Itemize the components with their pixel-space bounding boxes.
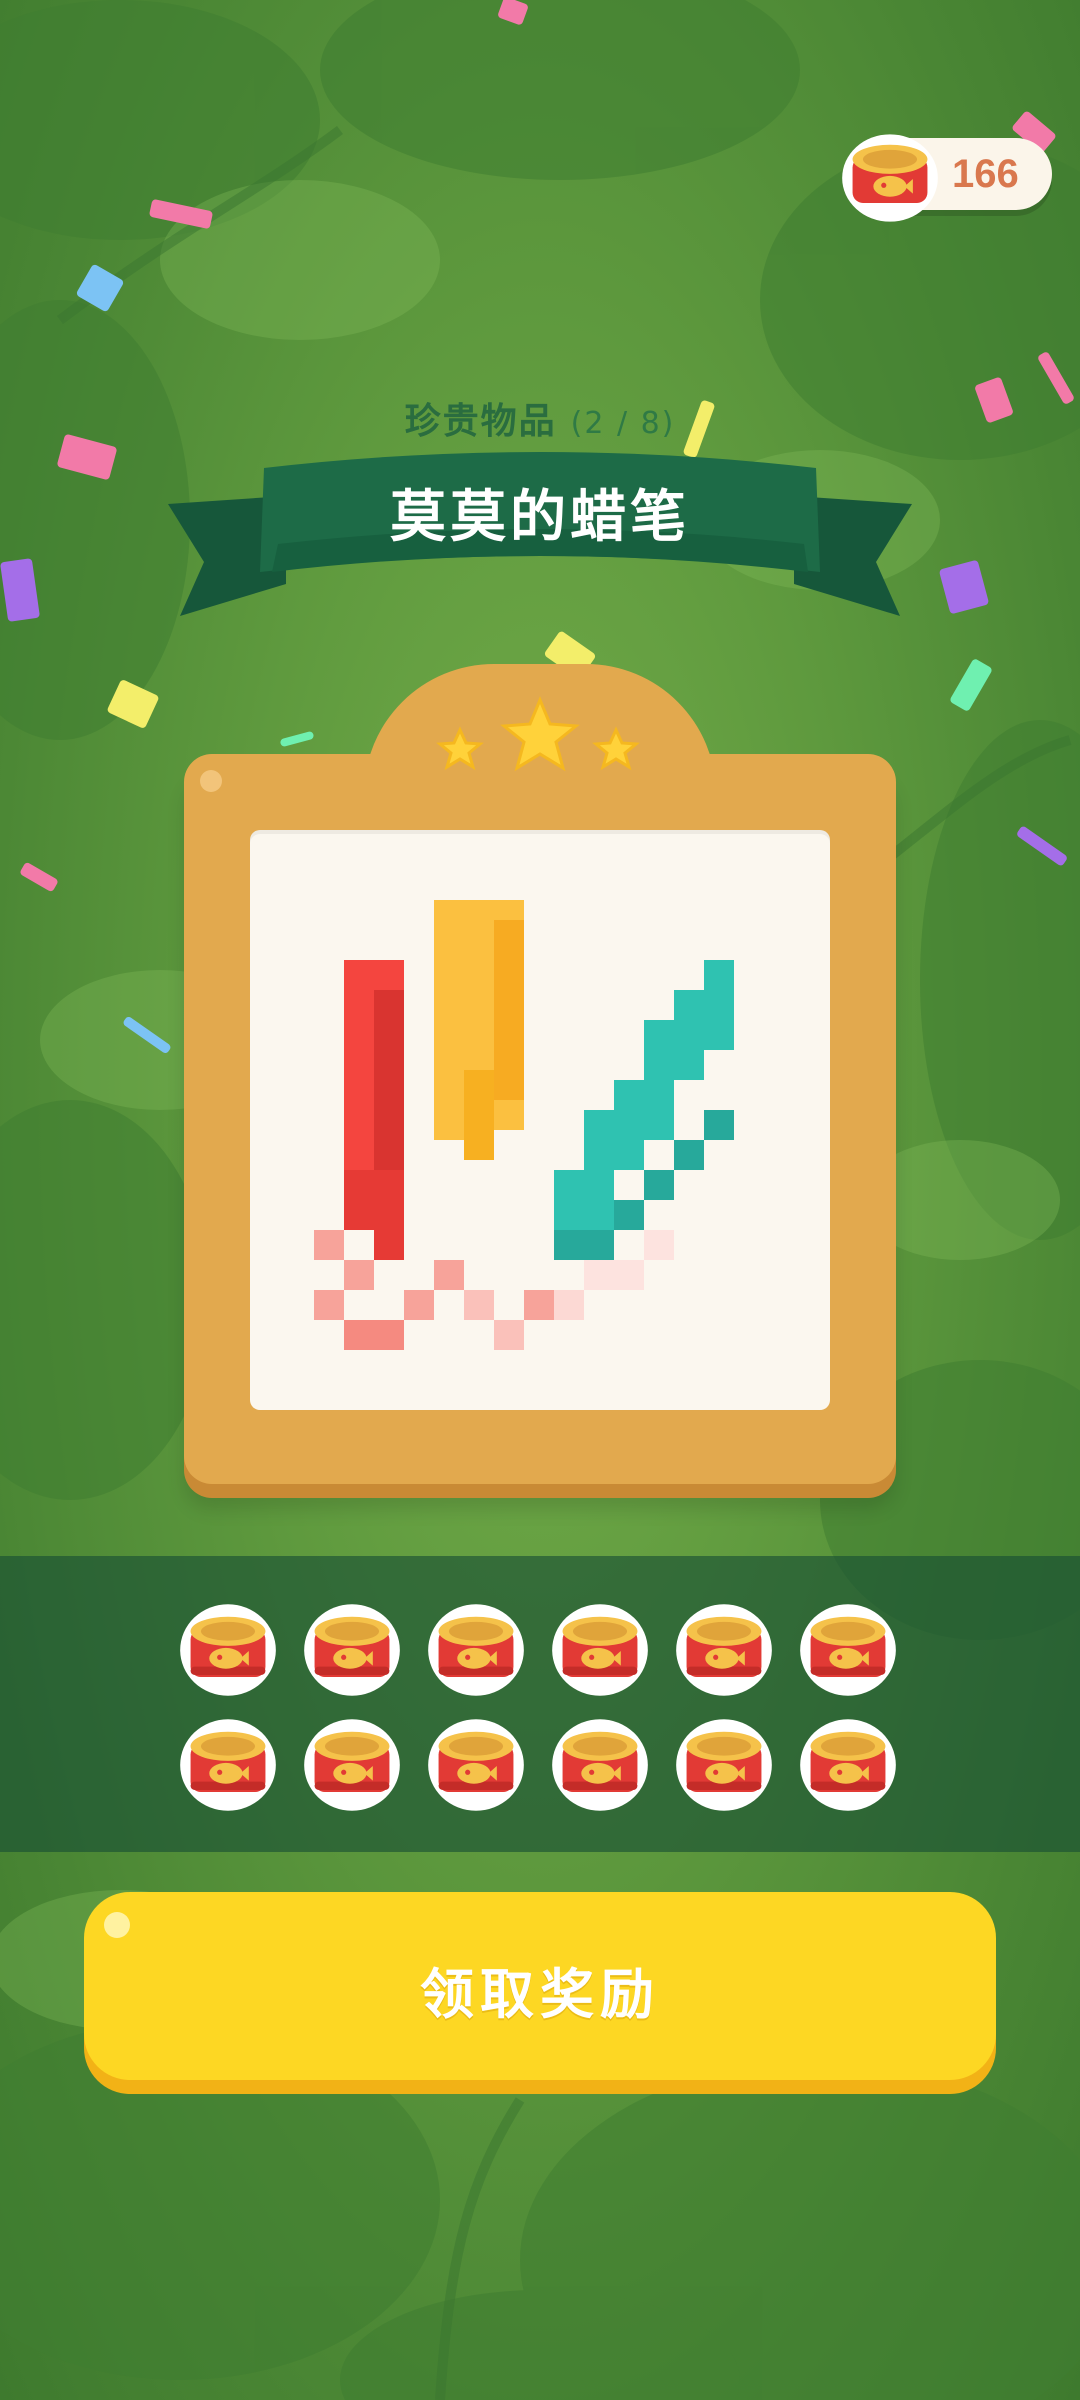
cat-food-can-icon: [672, 1598, 776, 1702]
claim-reward-button[interactable]: 领取奖励: [84, 1892, 996, 2080]
pixel-crayons-icon: [314, 900, 734, 1350]
claim-reward-label: 领取奖励: [420, 1963, 660, 2026]
cat-food-can-icon: [548, 1713, 652, 1817]
button-shine: [104, 1912, 130, 1938]
confetti-piece: [106, 678, 160, 730]
confetti-piece: [122, 1015, 172, 1055]
item-title: 莫莫的蜡笔: [390, 485, 690, 550]
reward-items: [176, 1598, 916, 1818]
star-icon: [436, 726, 484, 771]
currency-counter[interactable]: 166: [842, 134, 1052, 222]
confetti-piece: [0, 558, 41, 622]
cat-food-can-icon: [796, 1713, 900, 1817]
collection-progress: (2 / 8): [570, 406, 676, 441]
confetti-piece: [938, 559, 990, 615]
collection-heading: 珍贵物品 (2 / 8): [0, 392, 1080, 444]
star-rating: [436, 696, 640, 772]
confetti-piece: [948, 657, 994, 713]
cat-food-can-icon: [424, 1598, 528, 1702]
cat-food-can-icon: [300, 1713, 404, 1817]
cat-food-can-icon: [672, 1713, 776, 1817]
confetti-piece: [497, 0, 529, 26]
cat-food-can-icon: [176, 1713, 280, 1817]
cat-food-can-icon: [548, 1598, 652, 1702]
cat-food-can-icon: [424, 1713, 528, 1817]
item-canvas: [250, 830, 830, 1410]
cat-food-can-icon: [176, 1598, 280, 1702]
cat-food-can-icon: [842, 134, 938, 222]
star-icon: [500, 696, 580, 772]
frame-rivet: [200, 770, 222, 792]
cat-food-can-icon: [796, 1598, 900, 1702]
confetti-piece: [1015, 825, 1069, 867]
confetti-piece: [279, 730, 315, 748]
confetti-piece: [75, 263, 125, 313]
star-icon: [592, 726, 640, 771]
currency-count: 166: [952, 152, 1019, 196]
confetti-piece: [19, 861, 59, 893]
collection-category: 珍贵物品: [404, 401, 557, 442]
cat-food-can-icon: [300, 1598, 404, 1702]
confetti-piece: [148, 198, 214, 230]
